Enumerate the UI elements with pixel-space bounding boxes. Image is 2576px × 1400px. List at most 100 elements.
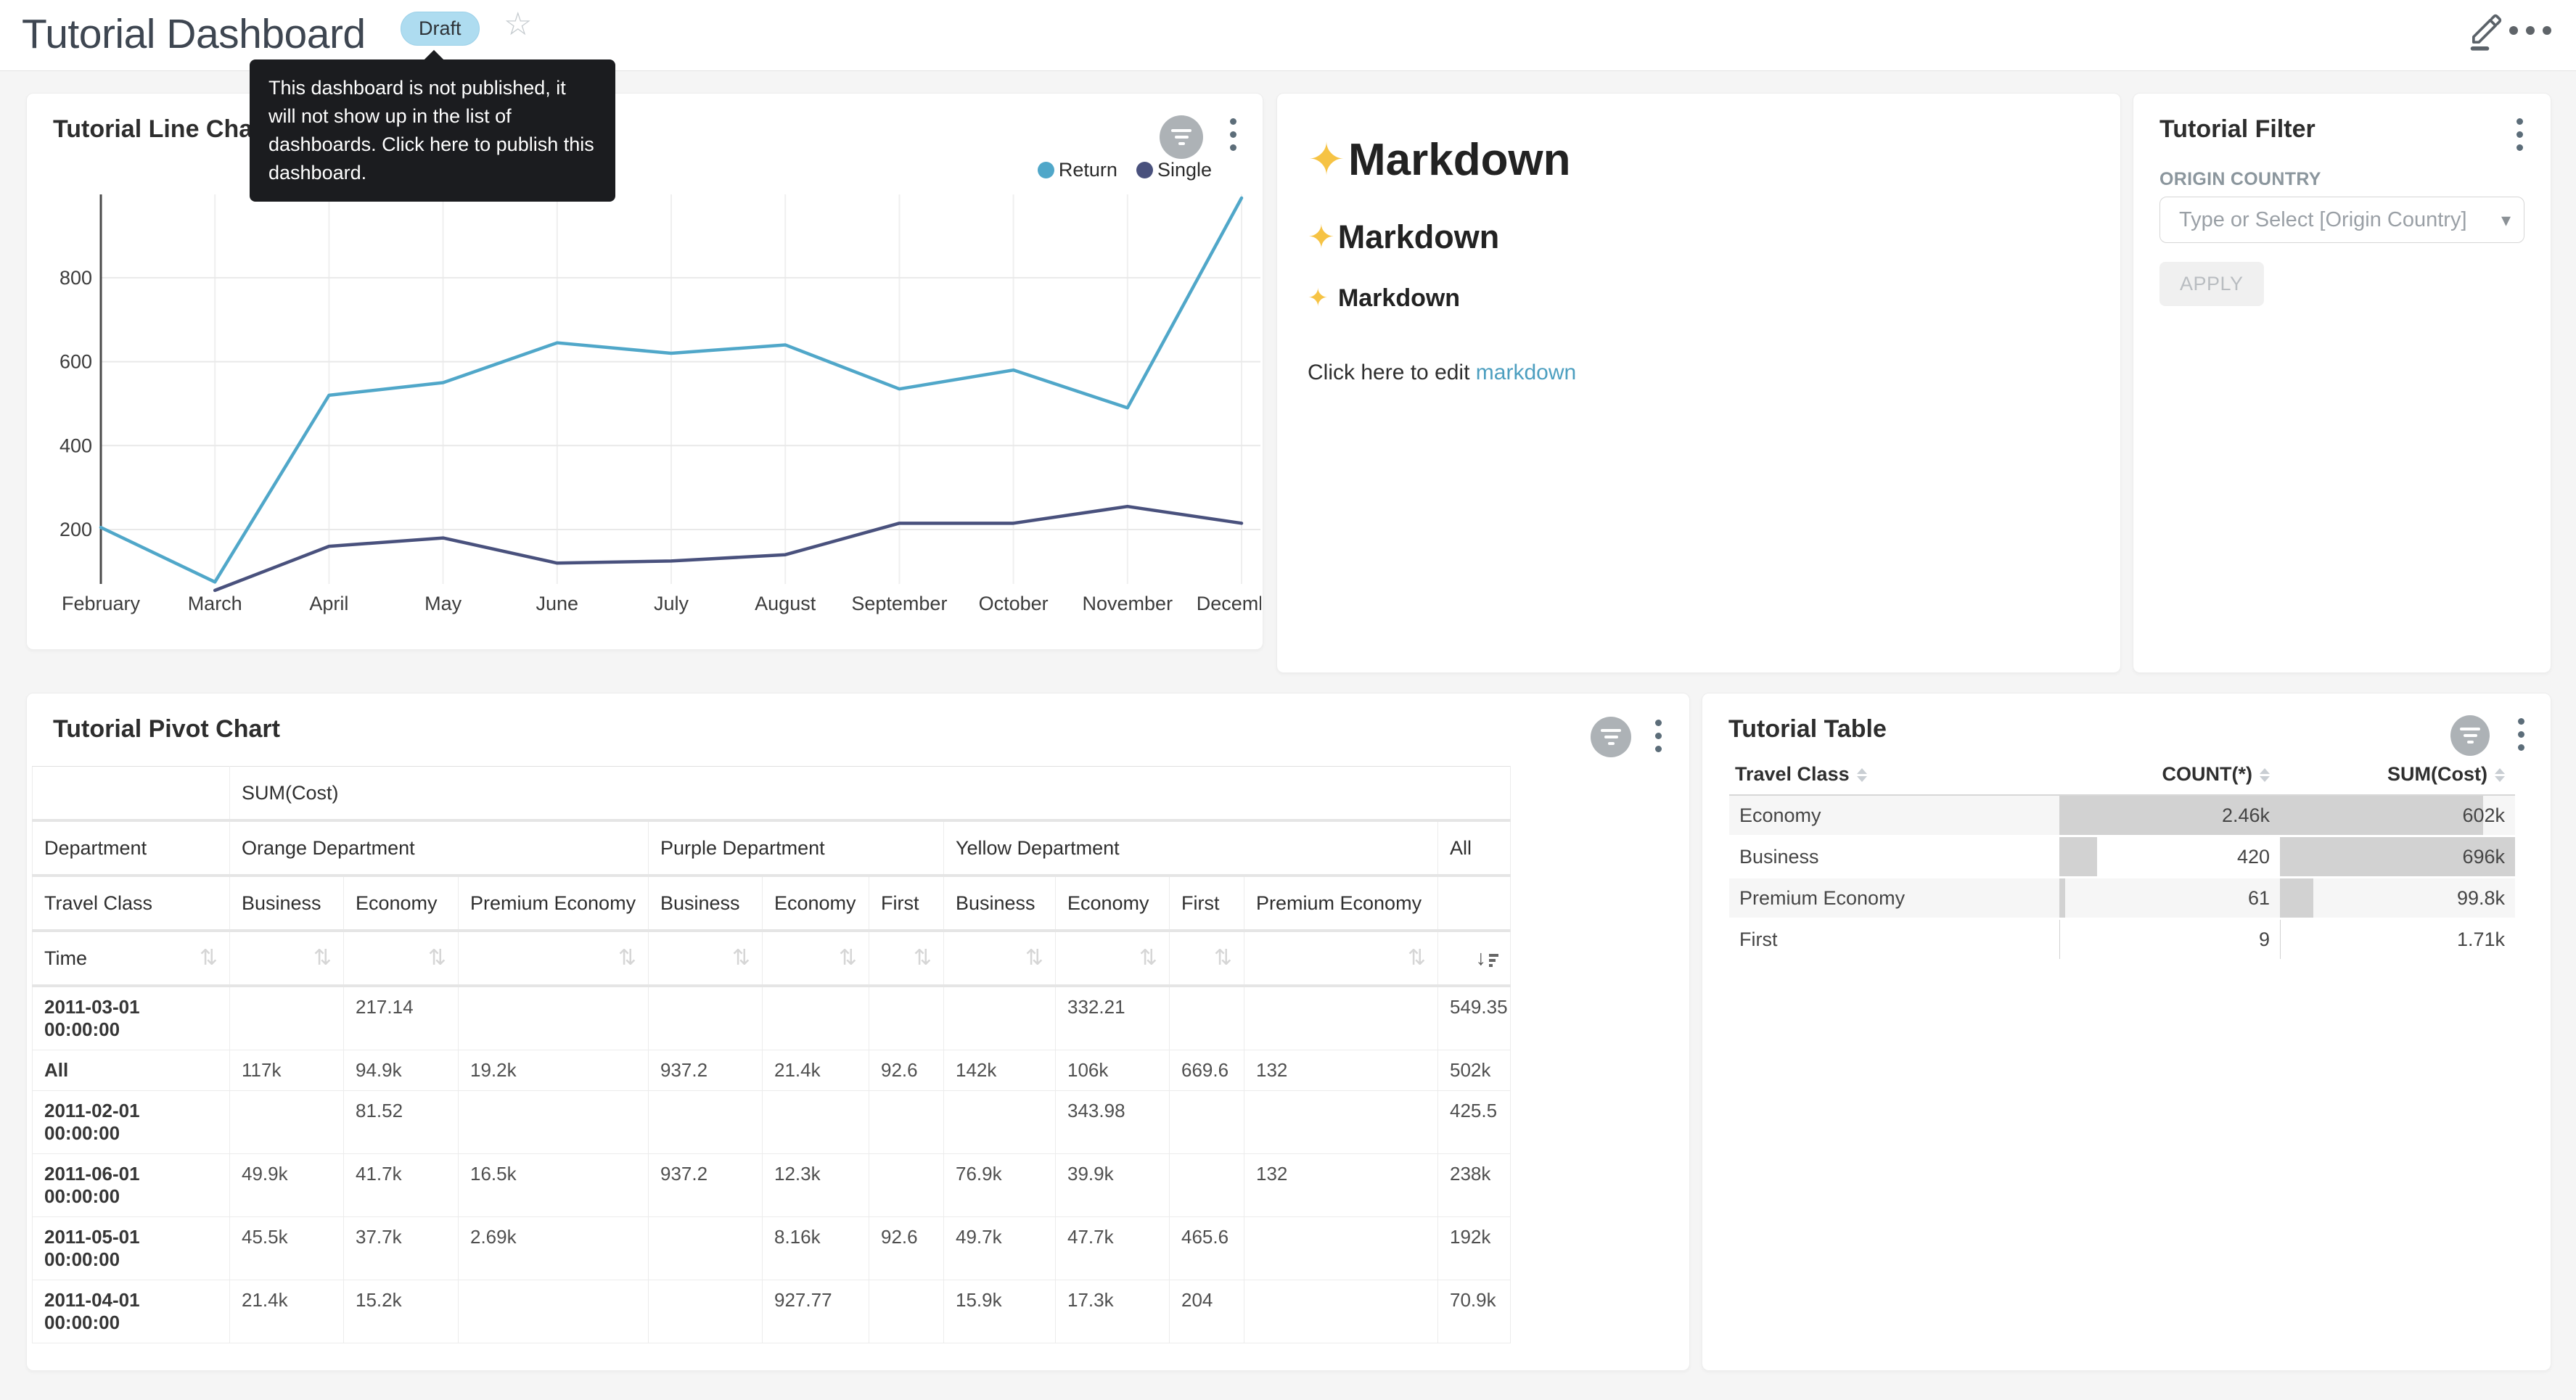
pivot-class-header: First	[869, 876, 944, 931]
col-header-sum-cost[interactable]: SUM(Cost)	[2280, 757, 2515, 795]
markdown-h3: ✦ Markdown	[1308, 284, 2099, 313]
pivot-menu-icon[interactable]	[1652, 717, 1665, 755]
pivot-row-label: 2011-02-01 00:00:00	[33, 1091, 230, 1154]
data-table: Travel Class COUNT(*) SUM(Cost) Economy2…	[1729, 757, 2515, 961]
edit-dashboard-button[interactable]	[2466, 10, 2503, 52]
pivot-value-cell: 937.2	[649, 1154, 763, 1217]
cross-filter-badge[interactable]	[2450, 715, 2490, 756]
pivot-row-label: 2011-06-01 00:00:00	[33, 1154, 230, 1217]
pivot-column-sort-header[interactable]: ⇅	[1056, 931, 1170, 986]
pivot-value-cell: 217.14	[344, 986, 459, 1050]
pivot-value-cell: 94.9k	[344, 1050, 459, 1091]
pivot-class-header: Economy	[763, 876, 869, 931]
sort-updown-icon: ⇅	[732, 946, 750, 970]
pivot-column-sort-header[interactable]: ⇅	[763, 931, 869, 986]
axis-tick-label: September	[851, 593, 947, 614]
pivot-value-cell: 927.77	[763, 1280, 869, 1343]
pivot-column-sort-header[interactable]: ⇅	[459, 931, 649, 986]
pivot-value-cell	[1170, 986, 1244, 1050]
pivot-value-cell: 47.7k	[1056, 1217, 1170, 1280]
axis-tick-label: August	[755, 593, 816, 614]
pivot-column-sort-header[interactable]: ⇅	[649, 931, 763, 986]
apply-button[interactable]: APPLY	[2159, 262, 2264, 306]
favorite-star-icon[interactable]: ☆	[504, 6, 532, 43]
col-header-travel-class[interactable]: Travel Class	[1729, 757, 2059, 795]
pivot-value-cell: 204	[1170, 1280, 1244, 1343]
pivot-value-cell: 15.9k	[944, 1280, 1056, 1343]
pivot-value-cell: 132	[1244, 1154, 1438, 1217]
table-row: Premium Economy6199.8k	[1729, 878, 2515, 919]
markdown-paragraph: Click here to edit markdown	[1308, 361, 2099, 385]
pivot-value-cell: 21.4k	[230, 1280, 344, 1343]
pivot-class-header: Economy	[1056, 876, 1170, 931]
sum-bar	[2280, 796, 2483, 835]
pivot-value-cell: 19.2k	[459, 1050, 649, 1091]
pivot-value-cell	[649, 986, 763, 1050]
pivot-value-cell: 117k	[230, 1050, 344, 1091]
pivot-group-header: All	[1438, 820, 1511, 876]
pivot-value-cell: 192k	[1438, 1217, 1511, 1280]
count-bar	[2059, 878, 2065, 918]
pivot-value-cell: 17.3k	[1056, 1280, 1170, 1343]
markdown-h2: ✦Markdown	[1308, 218, 2099, 256]
pivot-column-sort-header[interactable]: ⇅	[230, 931, 344, 986]
pivot-all-sort-header[interactable]: ↓	[1438, 931, 1511, 986]
sort-updown-icon: ⇅	[1025, 946, 1043, 970]
pivot-value-cell	[869, 986, 944, 1050]
sum-bar	[2280, 920, 2281, 959]
pivot-column-sort-header[interactable]: ⇅	[869, 931, 944, 986]
pivot-column-sort-header[interactable]: ⇅	[944, 931, 1056, 986]
pivot-row-label: 2011-05-01 00:00:00	[33, 1217, 230, 1280]
table-row: First91.71k	[1729, 919, 2515, 960]
pivot-time-sort-header[interactable]: Time⇅	[33, 931, 230, 986]
pivot-value-cell	[869, 1154, 944, 1217]
axis-tick-label: June	[536, 593, 579, 614]
page-title: Tutorial Dashboard	[22, 10, 366, 58]
axis-tick-label: 400	[60, 435, 92, 456]
header-menu-button[interactable]	[2509, 26, 2551, 35]
pivot-column-sort-header[interactable]: ⇅	[1170, 931, 1244, 986]
count-bar	[2059, 920, 2060, 959]
table-menu-icon[interactable]	[2515, 715, 2527, 754]
count-bar	[2059, 837, 2097, 876]
sort-updown-icon: ⇅	[1408, 946, 1426, 970]
sort-updown-icon: ⇅	[313, 946, 332, 970]
col-header-count[interactable]: COUNT(*)	[2059, 757, 2280, 795]
pivot-value-cell: 41.7k	[344, 1154, 459, 1217]
travel-class-cell: First	[1729, 919, 2059, 960]
ellipsis-icon	[2509, 26, 2518, 35]
pivot-value-cell: 343.98	[1056, 1091, 1170, 1154]
series-line-single[interactable]	[215, 506, 1242, 590]
origin-country-select[interactable]: ▾	[2159, 197, 2524, 243]
pivot-class-header: Economy	[344, 876, 459, 931]
sparkle-icon: ✦	[1308, 284, 1329, 312]
sort-icon	[2495, 768, 2505, 782]
cross-filter-badge[interactable]	[1591, 717, 1631, 757]
axis-tick-label: March	[188, 593, 242, 614]
pivot-row-label: 2011-04-01 00:00:00	[33, 1280, 230, 1343]
count-cell: 2.46k	[2059, 795, 2280, 836]
pivot-value-cell	[944, 986, 1056, 1050]
pivot-metric-header: SUM(Cost)	[230, 767, 1511, 821]
line-chart[interactable]: FebruaryMarchAprilMayJuneJulyAugustSepte…	[27, 94, 1261, 648]
pivot-value-cell	[1244, 1280, 1438, 1343]
axis-tick-label: November	[1083, 593, 1173, 614]
pivot-chart-panel: Tutorial Pivot Chart SUM(Cost)Department…	[26, 693, 1690, 1371]
pivot-group-header: Orange Department	[230, 820, 649, 876]
pivot-value-cell	[459, 986, 649, 1050]
pivot-value-cell: 16.5k	[459, 1154, 649, 1217]
pivot-column-sort-header[interactable]: ⇅	[344, 931, 459, 986]
pivot-column-sort-header[interactable]: ⇅	[1244, 931, 1438, 986]
pivot-value-cell: 70.9k	[1438, 1280, 1511, 1343]
filter-menu-icon[interactable]	[2514, 115, 2526, 154]
markdown-edit-link[interactable]: markdown	[1476, 361, 1576, 384]
sparkle-icon: ✦	[1308, 218, 1335, 255]
draft-badge[interactable]: Draft	[401, 12, 480, 46]
sum-cost-cell: 602k	[2280, 795, 2515, 836]
axis-tick-label: 800	[60, 267, 92, 289]
pivot-value-cell: 15.2k	[344, 1280, 459, 1343]
pivot-chart-title: Tutorial Pivot Chart	[53, 715, 280, 744]
pivot-value-cell: 106k	[1056, 1050, 1170, 1091]
origin-country-input[interactable]	[2178, 207, 2501, 233]
pivot-value-cell: 37.7k	[344, 1217, 459, 1280]
